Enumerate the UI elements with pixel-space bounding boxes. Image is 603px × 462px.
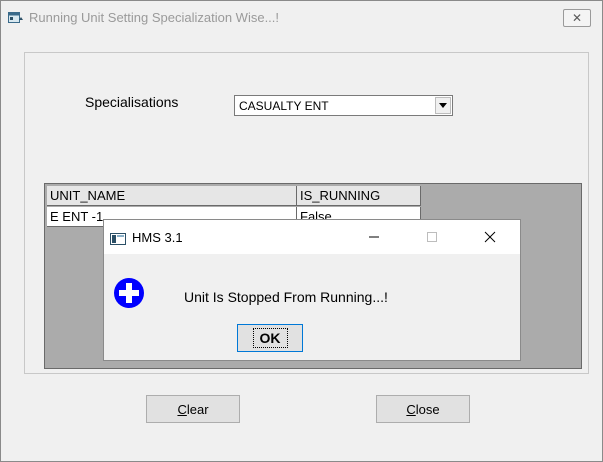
close-label: lose <box>415 401 440 417</box>
ok-label: OK <box>252 328 288 348</box>
minimize-button[interactable] <box>360 226 388 248</box>
ok-button[interactable]: OK <box>237 324 303 352</box>
app-icon <box>8 11 24 25</box>
clear-mnemonic: C <box>177 401 187 417</box>
message-box-body: Unit Is Stopped From Running...! OK <box>104 254 520 360</box>
maximize-icon <box>427 232 437 242</box>
window-close-button[interactable]: ✕ <box>563 9 591 27</box>
message-box: HMS 3.1 Unit Is Stopped From Running...!… <box>103 219 521 361</box>
minimize-icon <box>369 236 379 238</box>
specialisations-label: Specialisations <box>85 94 179 110</box>
dialog-app-icon <box>110 232 126 245</box>
clear-label: lear <box>186 401 209 417</box>
message-box-title-bar: HMS 3.1 <box>104 220 520 254</box>
close-icon: ✕ <box>571 11 583 25</box>
specialisations-dropdown[interactable]: CASUALTY ENT <box>234 95 453 116</box>
close-button[interactable]: Close <box>376 395 470 423</box>
chevron-down-icon <box>439 103 447 108</box>
column-header-is-running[interactable]: IS_RUNNING <box>297 186 421 206</box>
window-title: Running Unit Setting Specialization Wise… <box>29 10 280 25</box>
dropdown-button[interactable] <box>435 97 451 114</box>
message-text: Unit Is Stopped From Running...! <box>184 289 388 305</box>
close-icon <box>484 231 496 243</box>
title-bar: Running Unit Setting Specialization Wise… <box>1 1 602 35</box>
close-mnemonic: C <box>406 401 416 417</box>
info-plus-icon <box>113 277 145 309</box>
dialog-close-button[interactable] <box>476 226 504 248</box>
clear-button[interactable]: Clear <box>146 395 240 423</box>
specialisations-selected-value: CASUALTY ENT <box>239 99 329 113</box>
maximize-button <box>418 226 446 248</box>
message-box-title: HMS 3.1 <box>132 230 183 245</box>
column-header-unit-name[interactable]: UNIT_NAME <box>47 186 297 206</box>
